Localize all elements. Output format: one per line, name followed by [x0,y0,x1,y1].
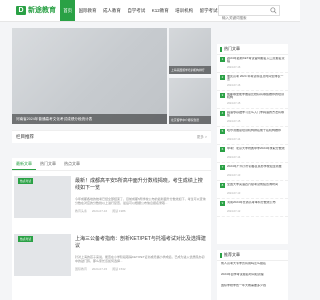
article-list-panel: 最新文章 热门文章 热点文章 热点考试 最新！成都高平安5所高中面升分数线揭晓，… [12,158,211,300]
nav-item-self-study[interactable]: 自学考试 [124,0,148,21]
search-input[interactable] [219,13,272,23]
hot-item[interactable]: 5 哈尔滨雅思培训机构排名前十名机构推荐 2024-07-14 [217,127,288,145]
top-navbar: D 新途教育 首页 国际教育 成人教育 自学考试 K12教育 培训机构 留学考试 [0,0,300,23]
logo-text: 新途教育 [28,7,56,14]
hot-articles-panel: 热门文章 1 2024年最新KET考试官网报名入口及报名流程 2024-07-1… [217,44,288,244]
hot-item-text[interactable]: 2024年最新KET考试官网报名入口及报名流程 [227,57,286,65]
hot-item-text[interactable]: 全国大学英语四六级考试成绩查询时间 [227,183,286,191]
hot-item-text[interactable]: 哈尔滨雅思培训机构排名前十名机构推荐 [227,129,286,137]
side-thumb-1[interactable]: 上海英国留学培训机构排行 [169,28,211,74]
hot-item[interactable]: 1 2024年最新KET考试官网报名入口及报名流程 2024-07-16 [217,55,288,73]
hot-item-date: 2024-07-13 [227,173,241,177]
article-badge: 热点考试 [18,236,34,242]
list-item[interactable]: 热点考试 上海三公备考指南：剖析KET/PET与托福考试对比及选择建议 针对上海… [12,234,211,278]
rank-badge: 8 [220,183,225,188]
rank-badge: 1 [220,57,225,62]
hot-item[interactable]: 4 韩语零基础学习怎么入门学韩语的方法有哪些 2024-07-15 [217,109,288,127]
tab-hot[interactable]: 热点文章 [60,158,84,170]
hot-item-date: 2024-07-13 [227,191,241,195]
recommend-item-text[interactable]: 成人高考大专学历有用吗怎么报名 [221,262,285,270]
tab-popular[interactable]: 热门文章 [36,158,60,170]
nav-item-training[interactable]: 培训机构 [172,0,196,21]
article-meta: 国际教育 2024-07-15 阅读 1532 [75,267,207,271]
nav-item-home[interactable]: 首页 [60,0,76,21]
recommend-item[interactable]: 国际学校学费一年大概需要多少钱 [217,283,288,294]
hot-item-text[interactable]: 韩语零基础学习怎么入门学韩语的方法有哪些 [227,111,286,119]
recommend-item[interactable]: 成人高考大专学历有用吗怎么报名 [217,261,288,272]
article-title[interactable]: 最新！成都高平安5所高中面升分数线揭晓，考生成绩上搜线如下一览 [75,178,207,192]
rank-badge: 6 [220,147,225,152]
main-nav: 首页 国际教育 成人教育 自学考试 K12教育 培训机构 留学考试 [60,0,221,21]
accent-bar [220,253,222,258]
rank-badge: 7 [220,165,225,170]
rank-badge: 4 [220,111,225,116]
hot-item-text[interactable]: 2024年广州小升初各区民办学校招生简章 [227,165,286,173]
search-icon[interactable] [269,6,278,15]
recommend-item-text[interactable]: 国际学校学费一年大概需要多少钱 [221,284,285,292]
hot-item-text[interactable]: 重庆高考 2024 年考试科目及时间安排表一览 [227,75,286,83]
article-title[interactable]: 上海三公备考指南：剖析KET/PET与托福考试对比及选择建议 [75,236,207,250]
section-bar: 栏目推荐 更多 > [12,130,211,143]
recommend-title: 推荐文章 [224,252,240,257]
hot-item-date: 2024-07-12 [227,209,241,213]
article-date: 2024-07-16 [91,209,108,213]
hot-item[interactable]: 3 成都哪里能学雅思比较好有哪些推荐的培训机构 2024-07-15 [217,91,288,109]
rank-badge: 9 [220,201,225,206]
recommend-item-text[interactable]: 2024年自学考试报名时间和流程 [221,273,285,281]
search-box [218,5,280,23]
recommend-panel: 推荐文章 成人高考大专学历有用吗怎么报名 2024年自学考试报名时间和流程 国际… [217,250,288,300]
logo-mark-icon: D [16,5,26,15]
tab-latest[interactable]: 最新文章 [12,158,36,170]
article-thumbnail[interactable]: 热点考试 [14,234,71,276]
hot-articles-header: 热门文章 [217,44,288,55]
article-views: 阅读 1532 [112,267,126,271]
hot-item-text[interactable]: 河南2024年普通高考本科分数线公布 [227,201,286,209]
hot-articles-title: 热门文章 [224,46,240,51]
rank-badge: 3 [220,93,225,98]
hot-item-date: 2024-07-15 [227,101,241,105]
hot-item-date: 2024-07-14 [227,155,241,159]
article-desc: 今年成都各地的统考已经全部结束了，目前成都5所学校公布的最新面升分数线如下，考生… [75,197,206,206]
side-thumb-2[interactable]: 北京留学中介哪家靠谱 [169,78,211,124]
recommend-item[interactable]: 2024年自学考试报名时间和流程 [217,272,288,283]
article-tabs: 最新文章 热门文章 热点文章 [12,158,211,171]
hero-banner[interactable]: 河南省2024年普通高考文化考试成绩分段统计表 [12,28,167,124]
article-date: 2024-07-15 [91,267,108,271]
hot-item-date: 2024-07-14 [227,137,241,141]
rank-badge: 5 [220,129,225,134]
accent-bar [220,47,222,52]
hot-item[interactable]: 7 2024年广州小升初各区民办学校招生简章 2024-07-13 [217,163,288,181]
side-thumb-caption: 上海英国留学培训机构排行 [169,66,211,74]
hot-item-date: 2024-07-16 [227,83,241,87]
hot-item-date: 2024-07-16 [227,65,241,69]
hot-item-text[interactable]: 中考！北京大学附属中学2024年录取分数线 [227,147,286,155]
hot-item-date: 2024-07-15 [227,119,241,123]
hot-item[interactable]: 6 中考！北京大学附属中学2024年录取分数线 2024-07-14 [217,145,288,163]
hot-item[interactable]: 2 重庆高考 2024 年考试科目及时间安排表一览 2024-07-16 [217,73,288,91]
article-views: 阅读 1986 [112,209,126,213]
recommend-header: 推荐文章 [217,250,288,261]
nav-item-international[interactable]: 国际教育 [75,0,99,21]
list-item[interactable]: 热点考试 最新！成都高平安5所高中面升分数线揭晓，考生成绩上搜线如下一览 今年成… [12,176,211,220]
nav-item-adult[interactable]: 成人教育 [100,0,124,21]
site-logo[interactable]: D 新途教育 [16,5,56,15]
hot-item[interactable]: 8 全国大学英语四六级考试成绩查询时间 2024-07-13 [217,181,288,199]
side-thumb-caption: 北京留学中介哪家靠谱 [169,116,211,124]
hot-item-text[interactable]: 成都哪里能学雅思比较好有哪些推荐的培训机构 [227,93,286,101]
hero-caption: 河南省2024年普通高考文化考试成绩分段统计表 [12,114,167,124]
article-category: 国际教育 [75,267,88,271]
article-meta: 教育头条 2024-07-16 阅读 1986 [75,209,207,213]
article-category: 教育头条 [75,209,88,213]
rank-badge: 2 [220,75,225,80]
nav-item-k12[interactable]: K12教育 [149,0,172,21]
section-more-link[interactable]: 更多 > [197,135,207,140]
article-badge: 热点考试 [18,178,34,184]
article-thumbnail[interactable]: 热点考试 [14,176,71,218]
article-desc: 针对上海的孩子来说，能否在小学阶段取得KET/PET证书或托福小学成绩，已成为进… [75,255,205,264]
hot-item[interactable]: 9 河南2024年普通高考本科分数线公布 2024-07-12 [217,199,288,217]
nav-item-study-abroad[interactable]: 留学考试 [196,0,220,21]
section-title: 栏目推荐 [16,134,34,139]
